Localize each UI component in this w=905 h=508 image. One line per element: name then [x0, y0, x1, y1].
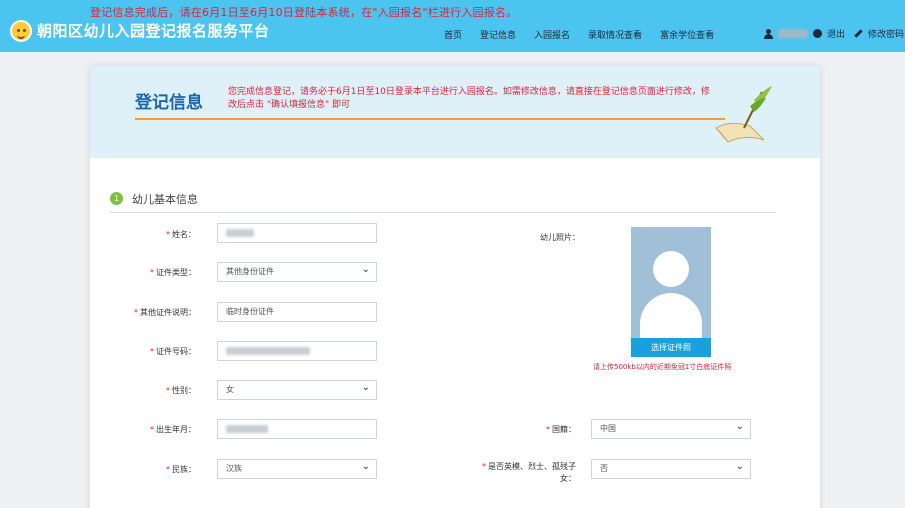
nationality-label: * 国籍： [546, 425, 576, 434]
name-label: * 姓名： [166, 230, 196, 239]
birth-date-field[interactable] [217, 419, 377, 439]
card-header: 登记信息 您完成信息登记，请务必于6月1日至10日登录本平台进行入园报名。如需修… [90, 66, 820, 158]
photo-upload-hint: 请上传500kb以内的近期免冠1寸白底证件照 [593, 363, 732, 371]
choose-photo-button[interactable]: 选择证件照 [631, 338, 711, 357]
photo-label: 幼儿照片： [540, 233, 580, 242]
other-id-desc-field[interactable]: 临时身份证件 [217, 302, 377, 322]
birth-date-label: * 出生年月： [150, 425, 196, 434]
nationality-select[interactable]: 中国 [591, 419, 751, 439]
smiley-logo-icon [10, 20, 32, 42]
name-redacted [226, 228, 254, 237]
top-bar: 登记信息完成后，请在6月1日至6月10日登陆本系统，在"入园报名"栏进行入园报名… [0, 0, 905, 52]
id-number-label: * 证件号码： [150, 347, 196, 356]
gender-label: * 性别： [166, 386, 196, 395]
ethnicity-label: * 民族： [166, 465, 196, 474]
nav-item-home[interactable]: 首页 [444, 28, 462, 41]
logout-icon[interactable] [813, 29, 822, 38]
section-divider [110, 212, 776, 213]
scroll-quill-icon [715, 86, 772, 143]
registration-card: 登记信息 您完成信息登记，请务必于6月1日至10日登录本平台进行入园报名。如需修… [90, 66, 820, 508]
main-nav: 首页 登记信息 入园报名 录取情况查看 富余学位查看 [444, 28, 714, 41]
logout-link[interactable]: 退出 [827, 27, 845, 40]
user-icon [764, 28, 773, 39]
site-title: 朝阳区幼儿入园登记报名服务平台 [37, 22, 270, 40]
martyr-family-label: * 是否英模、烈士、孤残子 女： [482, 462, 576, 483]
name-field[interactable] [217, 223, 377, 243]
header-note: 您完成信息登记，请务必于6月1日至10日登录本平台进行入园报名。如需修改信息，请… [228, 87, 710, 110]
gender-select[interactable]: 女 [217, 380, 377, 400]
other-id-desc-label: * 其他证件说明： [134, 308, 196, 317]
registration-notice: 登记信息完成后，请在6月1日至6月10日登陆本系统，在"入园报名"栏进行入园报名… [90, 6, 518, 19]
page-title: 登记信息 [135, 93, 203, 113]
id-type-select[interactable]: 其他身份证件 [217, 262, 377, 282]
nav-item-admission-status[interactable]: 录取情况查看 [588, 28, 642, 41]
birth-date-redacted [226, 424, 268, 433]
nav-item-spare-seats[interactable]: 富余学位查看 [660, 28, 714, 41]
change-password-link[interactable]: 修改密码 [868, 27, 904, 40]
ethnicity-select[interactable]: 汉族 [217, 459, 377, 479]
user-area: 退出 修改密码 [764, 27, 904, 40]
martyr-family-select[interactable]: 否 [591, 459, 751, 479]
title-underline [135, 118, 725, 120]
nav-item-registration-info[interactable]: 登记信息 [480, 28, 516, 41]
avatar-body-shape [640, 293, 702, 339]
id-number-field[interactable] [217, 341, 377, 361]
nav-item-enrollment[interactable]: 入园报名 [534, 28, 570, 41]
id-number-redacted [226, 346, 310, 355]
username-redacted [778, 29, 808, 38]
section-number-badge: 1 [110, 192, 123, 205]
id-type-label: * 证件类型： [150, 268, 196, 277]
section-title: 幼儿基本信息 [132, 193, 198, 206]
pencil-icon[interactable] [854, 29, 863, 38]
avatar-head-shape [653, 251, 689, 287]
